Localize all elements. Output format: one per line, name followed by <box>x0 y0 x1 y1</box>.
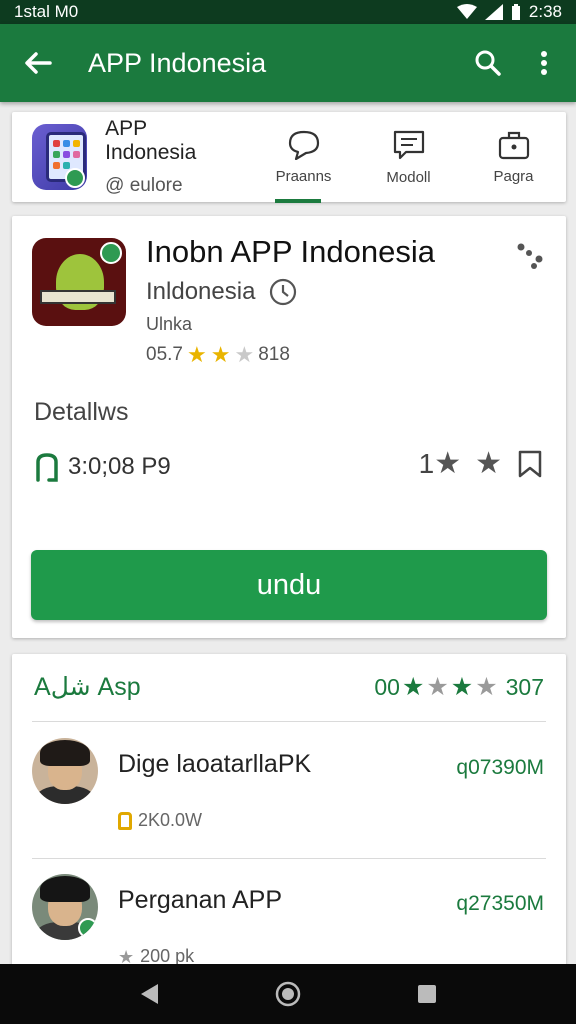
avatar <box>32 874 98 940</box>
rating-row: 05.7 ★ ★ ★ 818 <box>146 344 290 366</box>
arrow-left-icon <box>25 52 52 74</box>
tab-label: Pagra <box>493 167 534 185</box>
install-button[interactable]: undu <box>31 550 547 620</box>
tab-label: Modoll <box>386 168 431 186</box>
download-size-icon <box>36 453 58 482</box>
bookmark-icon[interactable] <box>516 449 544 479</box>
lock-icon <box>118 811 132 830</box>
developer-name[interactable]: Inldonesia <box>146 278 255 306</box>
tab-pagra[interactable]: Pagra <box>461 112 566 202</box>
star-icon: ★ <box>234 342 255 367</box>
details-label: Detallws <box>34 398 129 426</box>
item-name: Perganan APP <box>118 886 283 914</box>
app-bar-title: APP Indonesia <box>88 47 267 78</box>
header-card: APP Indonesia @ eulore Praanns Modoll Pa… <box>12 112 566 203</box>
review-row: 1★ ★ <box>419 448 544 480</box>
share-icon <box>517 243 543 269</box>
nav-back-button[interactable] <box>129 974 169 1014</box>
square-recents-icon <box>417 985 436 1003</box>
app-icon <box>32 238 126 326</box>
tab-bar: Praanns Modoll Pagra <box>251 112 566 203</box>
star-icon: ★ <box>401 672 425 701</box>
status-time: 2:38 <box>528 2 562 21</box>
item-meta: 2K0.0W <box>138 810 203 830</box>
badge-icon <box>78 918 98 938</box>
chat-bubble-icon <box>288 130 319 160</box>
more-vert-icon <box>541 51 547 75</box>
header-app-sub: @ eulore <box>105 175 183 196</box>
list-item[interactable]: Perganan APP q27350M ★ 200 pk <box>12 858 566 974</box>
star-icon[interactable]: ★ <box>475 449 502 479</box>
nav-home-button[interactable] <box>268 974 308 1014</box>
rating-count: 818 <box>258 344 290 365</box>
star-icon: ★ <box>186 342 207 367</box>
app-mini-icon[interactable] <box>32 124 88 190</box>
briefcase-icon <box>498 131 529 159</box>
size-text: 3:0;08 P9 <box>68 453 171 480</box>
search-icon <box>475 50 501 76</box>
system-nav-bar <box>0 964 576 1024</box>
star-icon: ★ <box>475 672 498 701</box>
badge-icon <box>65 168 86 188</box>
app-detail-card: Inobn APP Indonesia Inldonesia Ulnka 05.… <box>12 216 566 638</box>
clock-info-icon <box>270 278 297 306</box>
similar-apps-card: Aشل Asp 00 ★ ★ ★ ★ 307 Dige laoatarllaPK… <box>12 654 566 974</box>
more-options-button[interactable] <box>516 24 572 102</box>
message-icon <box>393 130 424 159</box>
app-title: Inobn APP Indonesia <box>146 234 436 269</box>
header-app-name: APP Indonesia <box>105 117 197 164</box>
back-button[interactable] <box>0 24 76 102</box>
list-header: Aشل Asp 00 ★ ★ ★ ★ 307 <box>12 654 566 720</box>
tab-modoll[interactable]: Modoll <box>356 112 461 202</box>
item-name: Dige laoatarllaPK <box>118 750 312 778</box>
share-button[interactable] <box>512 238 548 274</box>
tab-praanns[interactable]: Praanns <box>251 112 356 203</box>
triangle-back-icon <box>141 984 159 1004</box>
list-rating: 00 ★ ★ ★ ★ 307 <box>374 672 544 701</box>
star-icon: ★ <box>426 672 449 701</box>
wifi-icon <box>456 4 477 19</box>
nav-recents-button[interactable] <box>407 974 447 1014</box>
status-bar: 1stal M0 2:38 <box>0 0 576 24</box>
search-button[interactable] <box>460 24 516 102</box>
star-icon: ★ <box>434 447 462 480</box>
home-circle-icon <box>275 981 301 1007</box>
status-left-text: 1stal M0 <box>14 2 79 21</box>
item-size: q07390M <box>456 756 544 779</box>
app-category: Ulnka <box>146 314 193 334</box>
tab-label: Praanns <box>275 167 332 185</box>
size-row: 3:0;08 P9 <box>34 452 171 482</box>
star-icon: ★ <box>210 342 231 367</box>
rating-value: 05.7 <box>146 344 183 365</box>
signal-icon <box>484 4 503 20</box>
avatar <box>32 738 98 804</box>
star-icon: ★ <box>450 672 474 701</box>
list-item[interactable]: Dige laoatarllaPK q07390M 2K0.0W <box>12 722 566 858</box>
review-count: 1★ <box>418 447 462 480</box>
list-title[interactable]: Aشل Asp <box>34 672 141 702</box>
battery-icon <box>511 4 520 20</box>
item-size: q27350M <box>456 892 544 915</box>
app-bar: APP Indonesia <box>0 24 576 102</box>
star-icon: ★ <box>118 946 135 967</box>
update-badge-icon <box>100 242 122 264</box>
